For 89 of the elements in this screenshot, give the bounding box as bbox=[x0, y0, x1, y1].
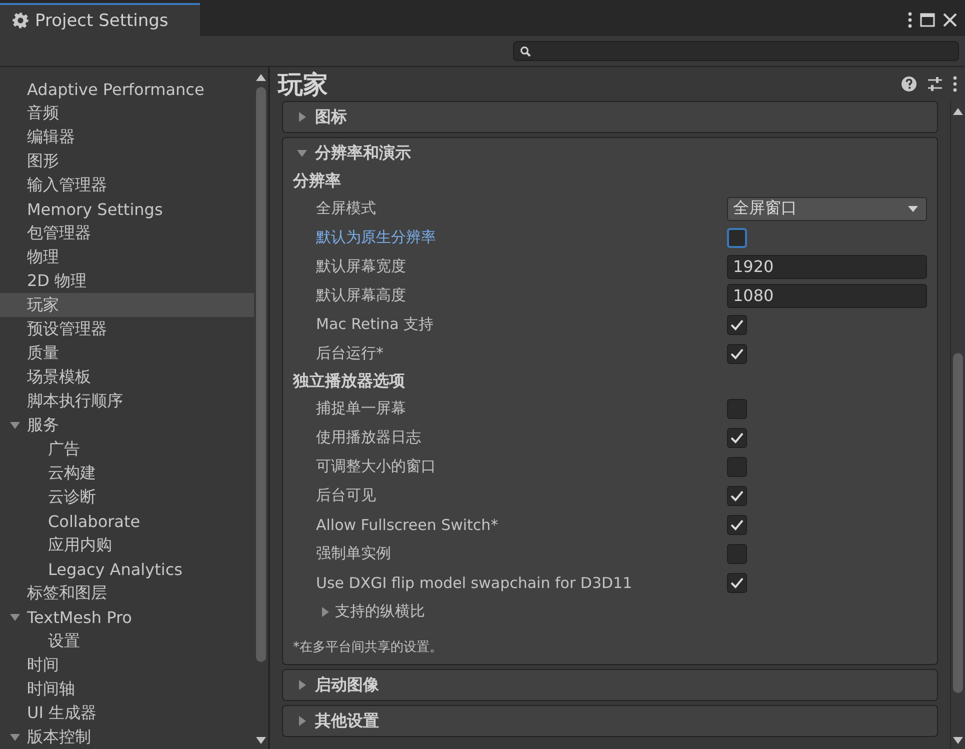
close-icon[interactable] bbox=[943, 13, 957, 27]
gear-icon bbox=[12, 12, 29, 29]
maximize-icon[interactable] bbox=[920, 13, 935, 27]
sidebar-item[interactable]: 时间轴 bbox=[0, 677, 254, 701]
scrollbar-thumb[interactable] bbox=[256, 87, 266, 662]
checkbox[interactable] bbox=[727, 428, 747, 448]
sidebar-item[interactable]: 预设管理器 bbox=[0, 317, 254, 341]
field-label: 使用播放器日志 bbox=[316, 428, 422, 447]
group-heading: 分辨率 bbox=[292, 170, 342, 192]
checkbox[interactable] bbox=[727, 572, 747, 592]
checkbox[interactable] bbox=[727, 344, 747, 364]
checkbox[interactable] bbox=[727, 314, 747, 334]
scroll-down-icon[interactable] bbox=[953, 737, 963, 745]
field-label: 后台可见 bbox=[316, 486, 377, 505]
check-icon bbox=[730, 490, 744, 502]
sidebar-item[interactable]: UI 生成器 bbox=[0, 701, 254, 725]
expanded-arrow-icon[interactable] bbox=[10, 732, 20, 742]
sidebar-item[interactable]: 应用内购 bbox=[0, 533, 254, 557]
field-label: 默认屏幕高度 bbox=[316, 286, 407, 305]
section-header[interactable]: 其他设置 bbox=[283, 706, 937, 736]
page-title: 玩家 bbox=[278, 68, 328, 100]
sidebar-item[interactable]: 玩家 bbox=[0, 293, 254, 317]
field-label: Mac Retina 支持 bbox=[316, 315, 435, 334]
check-icon bbox=[730, 348, 744, 360]
checkbox[interactable] bbox=[727, 544, 747, 564]
sidebar-item[interactable]: 图形 bbox=[0, 149, 254, 173]
sidebar-item[interactable]: Legacy Analytics bbox=[0, 557, 254, 581]
field-label: Use DXGI flip model swapchain for D3D11 bbox=[316, 574, 634, 592]
checkbox[interactable] bbox=[727, 398, 747, 418]
checkbox[interactable] bbox=[727, 514, 747, 534]
checkbox[interactable] bbox=[727, 486, 747, 506]
group-heading: 独立播放器选项 bbox=[292, 370, 406, 392]
scrollbar-thumb[interactable] bbox=[953, 353, 963, 693]
sidebar-item[interactable]: 时间 bbox=[0, 653, 254, 677]
footnote: *在多平台间共享的设置。 bbox=[292, 639, 444, 657]
sidebar-item[interactable]: 输入管理器 bbox=[0, 173, 254, 197]
checkbox[interactable] bbox=[727, 228, 747, 248]
sidebar-item[interactable]: 编辑器 bbox=[0, 125, 254, 149]
more-icon[interactable] bbox=[953, 76, 957, 92]
field-label: 强制单实例 bbox=[316, 544, 392, 563]
dropdown[interactable]: 全屏窗口 bbox=[727, 196, 927, 220]
sidebar-item[interactable]: 云诊断 bbox=[0, 485, 254, 509]
check-icon bbox=[730, 318, 744, 330]
sidebar-item[interactable]: 2D 物理 bbox=[0, 269, 254, 293]
window-tab[interactable]: Project Settings bbox=[0, 3, 200, 36]
field-label: Allow Fullscreen Switch* bbox=[316, 516, 500, 534]
more-icon[interactable] bbox=[908, 12, 912, 28]
sidebar-item[interactable]: 版本控制 bbox=[0, 725, 254, 749]
field-label: 全屏模式 bbox=[316, 199, 377, 218]
sidebar-item[interactable]: 包管理器 bbox=[0, 221, 254, 245]
expanded-arrow-icon[interactable] bbox=[10, 420, 20, 430]
sidebar-item[interactable]: 广告 bbox=[0, 437, 254, 461]
scroll-up-icon[interactable] bbox=[953, 107, 963, 115]
sidebar-item[interactable]: 音频 bbox=[0, 101, 254, 125]
input-field[interactable]: 1920 bbox=[727, 254, 927, 278]
expanded-arrow-icon[interactable] bbox=[10, 612, 20, 622]
sidebar-item[interactable]: Adaptive Performance bbox=[0, 77, 254, 101]
field-label: 默认屏幕宽度 bbox=[316, 257, 407, 276]
check-icon bbox=[730, 576, 744, 588]
sidebar-item[interactable]: 服务 bbox=[0, 413, 254, 437]
foldout[interactable]: 支持的纵横比 bbox=[320, 602, 425, 621]
field-label: 捕捉单一屏幕 bbox=[316, 399, 407, 418]
sidebar-item[interactable]: Memory Settings bbox=[0, 197, 254, 221]
input-field[interactable]: 1080 bbox=[727, 284, 927, 308]
search-icon bbox=[520, 46, 531, 56]
section-header[interactable]: 启动图像 bbox=[283, 670, 937, 700]
search-field[interactable] bbox=[513, 41, 959, 61]
sidebar-item[interactable]: 云构建 bbox=[0, 461, 254, 485]
sidebar-item[interactable]: 脚本执行顺序 bbox=[0, 389, 254, 413]
check-icon bbox=[730, 518, 744, 530]
sidebar-item[interactable]: 质量 bbox=[0, 341, 254, 365]
sidebar-item[interactable]: 场景模板 bbox=[0, 365, 254, 389]
sidebar-item[interactable]: 物理 bbox=[0, 245, 254, 269]
section-header[interactable]: 分辨率和演示 bbox=[283, 138, 937, 168]
checkbox[interactable] bbox=[727, 456, 747, 476]
sidebar-item[interactable]: TextMesh Pro bbox=[0, 605, 254, 629]
sidebar-item[interactable]: Collaborate bbox=[0, 509, 254, 533]
field-label: 后台运行* bbox=[316, 344, 384, 363]
field-label: 可调整大小的窗口 bbox=[316, 457, 437, 476]
section-header[interactable]: 图标 bbox=[283, 102, 937, 132]
scroll-up-icon[interactable] bbox=[256, 73, 266, 81]
scroll-down-icon[interactable] bbox=[256, 737, 266, 745]
help-icon[interactable] bbox=[901, 76, 917, 92]
sidebar-item[interactable]: 标签和图层 bbox=[0, 581, 254, 605]
check-icon bbox=[730, 432, 744, 444]
sliders-icon[interactable] bbox=[927, 76, 943, 92]
sidebar-item[interactable]: 设置 bbox=[0, 629, 254, 653]
field-label: 默认为原生分辨率 bbox=[316, 228, 437, 247]
caret-icon bbox=[908, 206, 918, 212]
